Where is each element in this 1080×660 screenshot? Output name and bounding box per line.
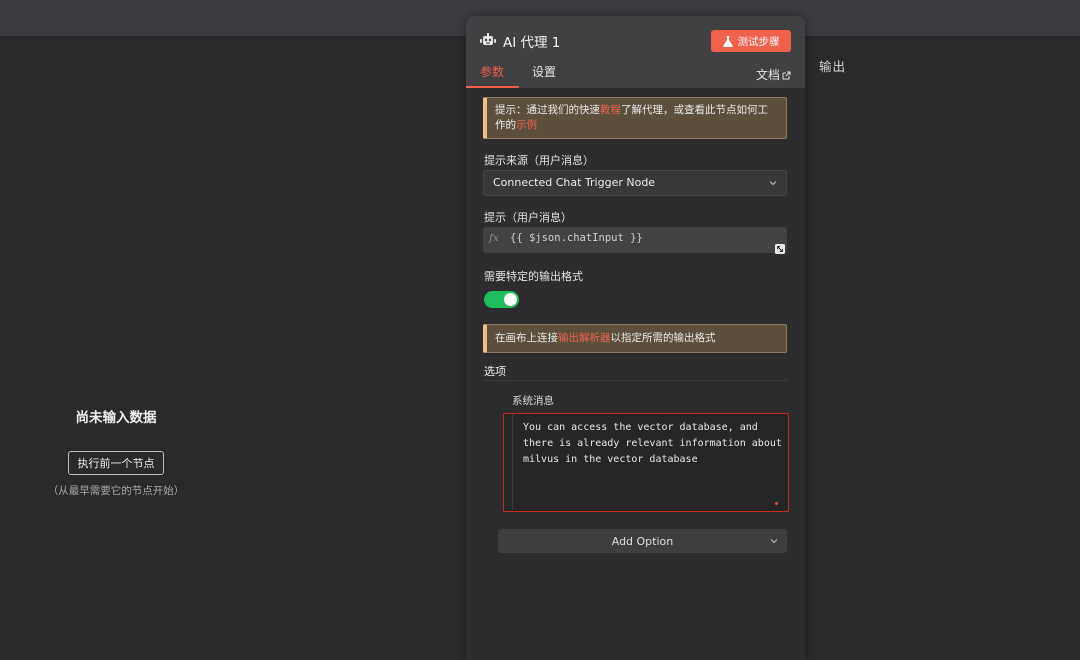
- tutorial-hint-box: 提示：通过我们的快速教程了解代理，或查看此节点如何工作的示例: [483, 97, 787, 139]
- options-section-title: 选项: [484, 365, 506, 378]
- output-parser-link[interactable]: 输出解析器: [558, 332, 611, 344]
- no-input-title: 尚未输入数据: [75, 410, 157, 426]
- resize-handle[interactable]: [775, 502, 778, 505]
- fx-icon: fx: [489, 232, 499, 244]
- hint-text-1: 提示：通过我们的快速: [495, 104, 600, 116]
- tab-settings[interactable]: 设置: [532, 64, 556, 87]
- external-link-icon: [782, 71, 791, 80]
- output-pane: 输出: [805, 36, 1080, 660]
- prompt-expression-field[interactable]: fx {{ $json.chatInput }}: [483, 227, 787, 254]
- tab-parameters[interactable]: 参数: [480, 64, 504, 87]
- example-link[interactable]: 示例: [516, 119, 537, 131]
- chevron-down-icon: [770, 539, 778, 544]
- chevron-down-icon: [769, 181, 777, 186]
- tab-docs[interactable]: 文档: [756, 64, 791, 87]
- notice-text-1: 在画布上连接: [495, 332, 558, 344]
- prompt-source-label: 提示来源（用户消息）: [484, 154, 594, 167]
- execute-hint: （从最早需要它的节点开始）: [47, 485, 185, 497]
- add-option-label: Add Option: [611, 534, 674, 548]
- node-parameters-panel: AI 代理 1 测试步骤 参数 设置 文档 提示：通过我们的快速教程了解代理，或…: [466, 16, 805, 660]
- node-title[interactable]: AI 代理 1: [503, 31, 560, 51]
- notice-text-2: 以指定所需的输出格式: [610, 332, 716, 344]
- divider: [483, 380, 787, 381]
- output-label: 输出: [819, 59, 847, 74]
- panel-tabs: 参数 设置 文档: [466, 64, 805, 88]
- docs-label: 文档: [755, 68, 780, 82]
- toggle-knob: [504, 293, 517, 306]
- flask-icon: [722, 35, 733, 47]
- prompt-source-select[interactable]: Connected Chat Trigger Node: [483, 170, 787, 196]
- test-step-label: 测试步骤: [737, 35, 780, 48]
- system-message-value[interactable]: You can access the vector database, and …: [523, 420, 783, 468]
- prompt-label: 提示（用户消息）: [484, 211, 572, 224]
- system-message-label: 系统消息: [512, 395, 554, 407]
- test-step-button[interactable]: 测试步骤: [711, 30, 791, 52]
- prompt-source-value: Connected Chat Trigger Node: [493, 176, 656, 189]
- panel-header: AI 代理 1 测试步骤: [466, 16, 805, 66]
- output-format-label: 需要特定的输出格式: [484, 270, 583, 283]
- expand-editor-icon[interactable]: [775, 244, 785, 254]
- prompt-expression-value: {{ $json.chatInput }}: [510, 232, 643, 244]
- output-parser-notice: 在画布上连接输出解析器以指定所需的输出格式: [483, 324, 787, 353]
- tutorial-link[interactable]: 教程: [600, 104, 621, 116]
- system-message-textarea[interactable]: You can access the vector database, and …: [503, 413, 789, 512]
- execute-previous-node-button[interactable]: 执行前一个节点: [68, 451, 164, 475]
- robot-icon: [480, 33, 496, 45]
- add-option-button[interactable]: Add Option: [498, 529, 787, 553]
- output-format-toggle[interactable]: [484, 291, 519, 308]
- input-pane: 尚未输入数据 执行前一个节点 （从最早需要它的节点开始）: [0, 36, 466, 660]
